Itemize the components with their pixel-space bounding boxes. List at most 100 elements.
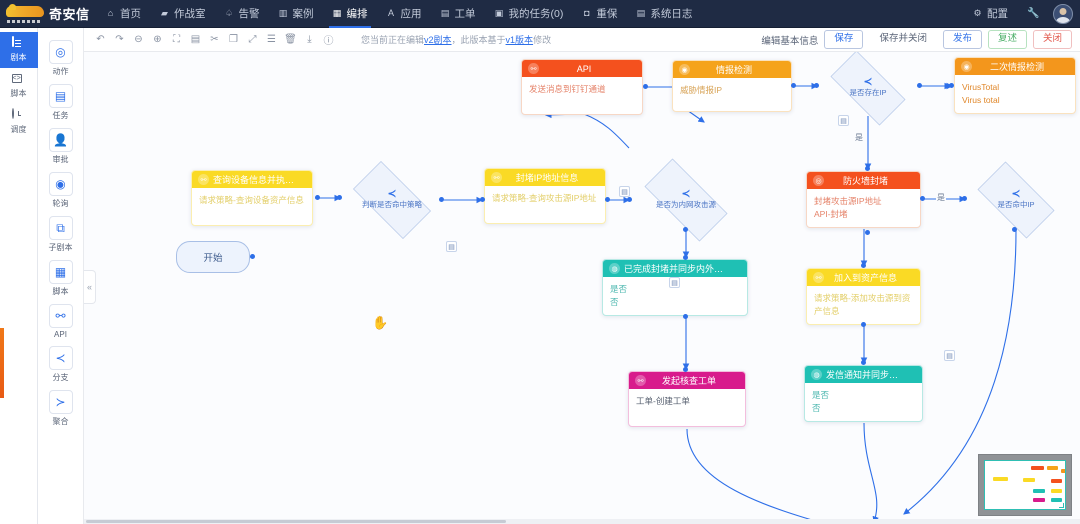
sidebar-item-script[interactable]: <> 脚本 [0, 68, 38, 104]
info-icon[interactable]: ⓘ [320, 31, 337, 48]
edge-port[interactable] [627, 197, 632, 202]
delete-icon[interactable]: 🗑 [282, 31, 299, 48]
playbook-canvas[interactable]: « ✋ 开始 ⚯ 查询设备信息并执行任 请求策略-查询设备资产信息 ⚯ 封堵IP… [84, 52, 1080, 524]
node-branch-b3[interactable]: ≺ 是否存在IP [819, 52, 917, 126]
cut-icon[interactable]: ✂ [206, 31, 223, 48]
node-card-n4[interactable]: ◉ 情报检测 威胁情报IP [672, 60, 792, 112]
close-button[interactable]: 关闭 [1032, 30, 1072, 49]
scrollbar-thumb[interactable] [86, 520, 506, 523]
save-button[interactable]: 保存 [824, 30, 864, 49]
redo-icon[interactable]: ↷ [111, 31, 128, 48]
palette-item-3[interactable]: 👤 审批 [48, 128, 73, 165]
edge-port[interactable] [920, 196, 925, 201]
edge-port[interactable] [861, 322, 866, 327]
nav-item-1[interactable]: ⌂ 首页 [96, 0, 150, 28]
edge-marker[interactable]: ▤ [446, 241, 457, 252]
palette-item-1[interactable]: ◎ 动作 [48, 40, 73, 77]
edge-port[interactable] [865, 230, 870, 235]
zoom-out-icon[interactable]: ⊖ [130, 31, 147, 48]
node-branch-b2[interactable]: ≺ 是否为内网攻击源 [631, 158, 741, 242]
palette-item-label: 分支 [52, 373, 69, 382]
edge-port[interactable] [683, 367, 688, 372]
palette-item-7[interactable]: ⚯ API [48, 304, 73, 339]
palette-item-5[interactable]: ⧉ 子剧本 [48, 216, 73, 253]
edge-port[interactable] [683, 227, 688, 232]
edge-port[interactable] [1012, 227, 1017, 232]
node-card-n6[interactable]: ◎ 防火墙封堵 封堵攻击源IP地址 API-封堵 [806, 171, 921, 228]
node-card-n2[interactable]: ⚯ 封堵IP地址信息 请求策略-查询攻击源IP地址 [484, 168, 606, 224]
edge-port[interactable] [949, 83, 954, 88]
nav-item-8[interactable]: ▣ 我的任务(0) [485, 0, 573, 28]
sidebar-item-playbook[interactable]: 剧本 [0, 32, 38, 68]
nav-item-9[interactable]: ◘ 重保 [572, 0, 626, 28]
edge-marker[interactable]: ▤ [944, 350, 955, 361]
fit-screen-icon[interactable]: ⛶ [168, 31, 185, 48]
edge-port[interactable] [861, 263, 866, 268]
hint-link-v2[interactable]: v2剧本 [424, 35, 452, 45]
palette-item-4[interactable]: ◉ 轮询 [48, 172, 73, 209]
undo-icon[interactable]: ↶ [92, 31, 109, 48]
edge-port[interactable] [683, 255, 688, 260]
edge-port[interactable] [480, 197, 485, 202]
edge-port[interactable] [605, 197, 610, 202]
collapse-panel-handle[interactable]: « [84, 270, 96, 304]
nav-item-5[interactable]: ▦ 编排 [323, 0, 377, 28]
edge-marker[interactable]: ▤ [838, 115, 849, 126]
save-draft-icon[interactable]: ▤ [187, 31, 204, 48]
horizontal-scrollbar[interactable] [84, 519, 1080, 524]
node-card-n9[interactable]: ◍ 发信通知并同步动作到工单是否否 [804, 365, 923, 422]
edge-port[interactable] [791, 83, 796, 88]
copy-icon[interactable]: ❐ [225, 31, 242, 48]
edge-port[interactable] [439, 197, 444, 202]
edge-port[interactable] [337, 195, 342, 200]
node-branch-b1[interactable]: ≺ 判断是否命中策略 [342, 161, 442, 239]
edge-port[interactable] [865, 166, 870, 171]
edge-marker[interactable]: ▤ [669, 277, 680, 288]
palette-item-6[interactable]: ▦ 脚本 [48, 260, 73, 297]
palette-item-8[interactable]: ≺ 分支 [48, 346, 73, 383]
align-icon[interactable]: ☰ [263, 31, 280, 48]
node-card-n10[interactable]: ⚯ 发起核查工单 工单-创建工单 [628, 371, 746, 427]
nav-item-7[interactable]: ▤ 工单 [431, 0, 485, 28]
nav-item-10[interactable]: ▤ 系统日志 [626, 0, 701, 28]
palette-item-9[interactable]: ≻ 聚合 [48, 390, 73, 427]
nav-item-2[interactable]: ▰ 作战室 [150, 0, 215, 28]
edge-port[interactable] [814, 83, 819, 88]
zoom-in-icon[interactable]: ⊕ [149, 31, 166, 48]
node-branch-b4[interactable]: ≺ 是否命中IP [967, 161, 1065, 239]
download-icon[interactable]: ⤓ [301, 31, 318, 48]
editor-toolbar: ↶ ↷ ⊖ ⊕ ⛶ ▤ ✂ ❐ ⤢ ☰ 🗑 ⤓ ⓘ 您当前正在编辑v2剧本，此版本基于v1版本修改 编辑… [84, 28, 1080, 52]
publish-button[interactable]: 发布 [942, 30, 982, 49]
edge-port[interactable] [315, 195, 320, 200]
save-and-close-button[interactable]: 保存并关闭 [869, 30, 937, 49]
edge-port[interactable] [962, 196, 967, 201]
nav-item-config[interactable]: ⚙ 配置 [963, 0, 1017, 28]
wrench-button[interactable]: 🔧 [1019, 0, 1046, 28]
avatar[interactable] [1053, 3, 1073, 24]
minimap[interactable] [978, 454, 1072, 516]
nav-item-3[interactable]: ♤ 告警 [215, 0, 269, 28]
edge-port[interactable] [643, 84, 648, 89]
node-card-n1[interactable]: ⚯ 查询设备信息并执行任务策略请求策略-查询设备资产信息 [191, 170, 313, 226]
edge-marker[interactable]: ▤ [619, 186, 630, 197]
node-header: ◉ 情报检测 [673, 61, 791, 78]
node-card-n3[interactable]: ⚯ API 发送消息到钉钉通道 [521, 59, 643, 115]
node-card-n5[interactable]: ◉ 二次情报检测 VirusTotal Virus total [954, 57, 1076, 114]
edge-port[interactable] [683, 314, 688, 319]
edit-basic-info-button[interactable]: 编辑基本信息 [761, 33, 818, 47]
edge-port[interactable] [861, 360, 866, 365]
sidebar-item-schedule[interactable]: 调度 [0, 104, 38, 140]
hint-link-v1[interactable]: v1版本 [506, 35, 534, 45]
palette-item-2[interactable]: ▤ 任务 [48, 84, 73, 121]
approval-icon: 👤 [48, 128, 73, 152]
node-terminal-start[interactable]: 开始 [176, 241, 250, 273]
node-card-n7[interactable]: ⚯ 加入到资产信息 请求策略-添加攻击源到资产信息 [806, 268, 921, 325]
node-body: 威胁情报IP [673, 78, 791, 104]
edge-port[interactable] [917, 83, 922, 88]
edge-port[interactable] [250, 254, 255, 259]
nav-item-4[interactable]: ▥ 案例 [269, 0, 323, 28]
review-button[interactable]: 复述 [987, 30, 1027, 49]
fullscreen-icon[interactable]: ⤢ [244, 31, 261, 48]
polling-icon: ◉ [48, 172, 73, 196]
nav-item-6[interactable]: A 应用 [377, 0, 431, 28]
